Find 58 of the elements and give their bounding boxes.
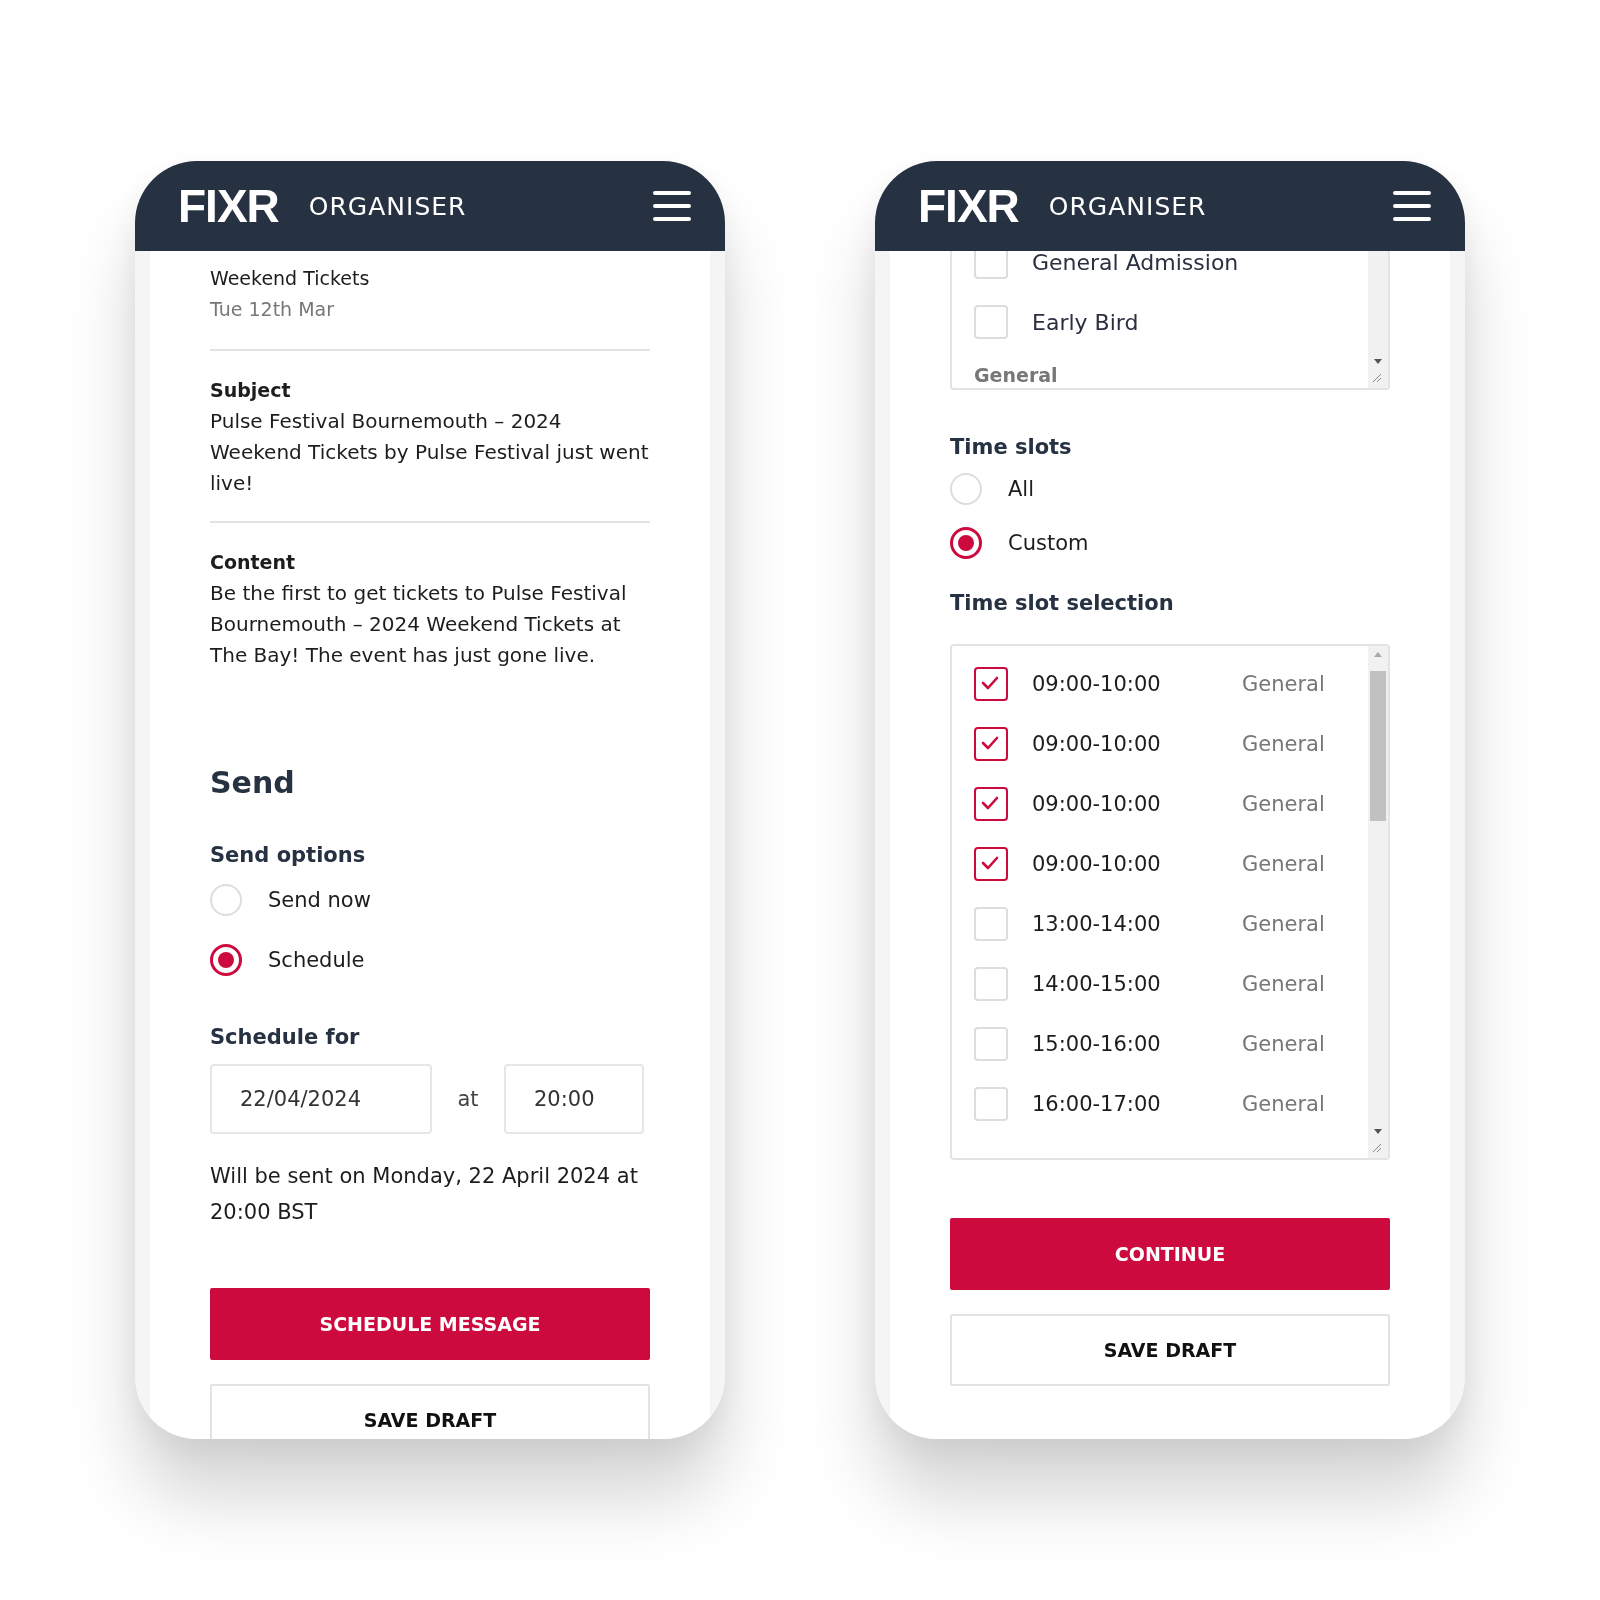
checkbox[interactable] xyxy=(974,847,1008,881)
connector-text: at xyxy=(456,1087,480,1111)
radio-label: Custom xyxy=(1008,531,1089,555)
radio-button[interactable] xyxy=(950,527,982,559)
slot-type: General xyxy=(1242,792,1325,816)
app-title: ORGANISER xyxy=(308,191,468,221)
option-label: Early Bird xyxy=(1032,309,1139,335)
radio-label: Schedule xyxy=(268,948,365,972)
checkbox[interactable] xyxy=(974,727,1008,761)
field-label: Schedule for xyxy=(210,1024,361,1051)
menu-icon xyxy=(1393,191,1431,221)
event-title: Weekend Tickets xyxy=(210,266,371,291)
slot-time: 16:00-17:00 xyxy=(1032,1092,1162,1116)
radio-button[interactable] xyxy=(210,944,242,976)
group-label: Send options xyxy=(210,842,367,869)
event-date: Tue 12th Mar xyxy=(210,297,336,322)
slot-time: 13:00-14:00 xyxy=(1032,912,1162,936)
schedule-note: Will be sent on Monday, 22 April 2024 at 20:00 BST xyxy=(210,1163,639,1226)
checkbox[interactable] xyxy=(974,667,1008,701)
field-text: Be the first to get tickets to Pulse Festival Bournemouth – 2024 Weekend Tickets at The Bay! The event has just gone live. xyxy=(210,580,628,669)
slot-time: 09:00-10:00 xyxy=(1032,852,1162,876)
primary-button[interactable]: SCHEDULE MESSAGE xyxy=(210,1288,650,1360)
scroll-up-icon xyxy=(1373,651,1383,658)
slot-type: General xyxy=(1242,1092,1325,1116)
logo: FIXR xyxy=(178,183,279,229)
group-label: General xyxy=(974,363,1059,388)
slot-time: 09:00-10:00 xyxy=(1032,792,1162,816)
group-label: Time slot selection xyxy=(950,590,1175,617)
menu-icon xyxy=(653,191,691,221)
option-label: General Admission xyxy=(1032,251,1239,275)
slot-type: General xyxy=(1242,1032,1325,1056)
slot-time: 09:00-10:00 xyxy=(1032,672,1162,696)
field-label: Subject xyxy=(210,378,292,403)
field-text: Pulse Festival Bournemouth – 2024 Weekend Tickets by Pulse Festival just went live! xyxy=(210,408,650,497)
scroll-down-icon xyxy=(1373,1128,1383,1135)
date-field[interactable]: 22/04/2024 xyxy=(210,1064,432,1134)
radio-label: Send now xyxy=(268,888,371,912)
field-label: Content xyxy=(210,550,297,575)
save-draft-button[interactable]: SAVE DRAFT xyxy=(950,1314,1390,1386)
checkbox[interactable] xyxy=(974,787,1008,821)
slot-type: General xyxy=(1242,912,1325,936)
radio-label: All xyxy=(1008,477,1035,501)
time-field[interactable]: 20:00 xyxy=(504,1064,644,1134)
slot-time: 09:00-10:00 xyxy=(1032,732,1162,756)
primary-button[interactable]: CONTINUE xyxy=(950,1218,1390,1290)
save-draft-button[interactable]: SAVE DRAFT xyxy=(210,1384,650,1439)
slot-type: General xyxy=(1242,672,1325,696)
slot-type: General xyxy=(1242,972,1325,996)
slot-type: General xyxy=(1242,732,1325,756)
slot-time: 15:00-16:00 xyxy=(1032,1032,1162,1056)
app-title: ORGANISER xyxy=(1048,191,1208,221)
group-label: Time slots xyxy=(950,434,1073,461)
logo: FIXR xyxy=(918,183,1019,229)
slot-type: General xyxy=(1242,852,1325,876)
scroll-down-icon xyxy=(1373,358,1383,365)
scroll-thumb[interactable] xyxy=(1370,671,1386,821)
slot-time: 14:00-15:00 xyxy=(1032,972,1162,996)
section-heading: Send xyxy=(210,765,296,800)
